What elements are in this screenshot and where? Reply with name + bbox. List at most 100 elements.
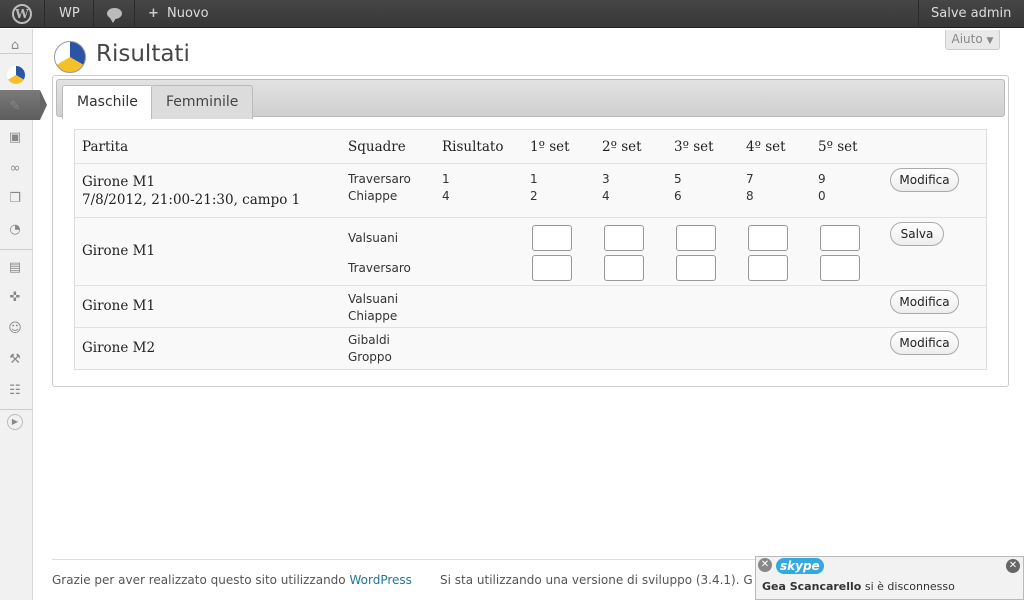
modifica-button[interactable]: Modifica bbox=[890, 290, 959, 314]
chevron-down-icon: ▼ bbox=[986, 36, 994, 46]
footer-version: Si sta utilizzando una versione di svilu… bbox=[440, 573, 753, 587]
set-1-home-input[interactable] bbox=[532, 225, 572, 251]
comments-sidebar-icon[interactable]: ◔ bbox=[6, 221, 24, 239]
set-3-home: 5 bbox=[674, 172, 682, 186]
pages-icon[interactable]: ❐ bbox=[6, 190, 24, 208]
divider bbox=[134, 0, 135, 28]
match-detail: 7/8/2012, 21:00-21:30, campo 1 bbox=[82, 192, 301, 208]
team-away: Chiappe bbox=[348, 189, 398, 203]
match-name: Girone M1 bbox=[82, 174, 156, 190]
set-5-away-input[interactable] bbox=[820, 255, 860, 281]
modifica-button[interactable]: Modifica bbox=[890, 168, 959, 192]
header-risultato: Risultato bbox=[442, 139, 504, 155]
set-4-home-input[interactable] bbox=[748, 225, 788, 251]
dismiss-icon[interactable]: ✕ bbox=[1006, 559, 1020, 573]
footer-credits-text: Grazie per aver realizzato questo sito u… bbox=[52, 573, 346, 587]
users-icon[interactable]: ☺ bbox=[6, 320, 24, 338]
close-icon[interactable]: ✕ bbox=[758, 558, 772, 572]
modifica-button[interactable]: Modifica bbox=[890, 331, 959, 355]
team-away: Chiappe bbox=[348, 309, 398, 323]
admin-sidebar: ⌂ ✎ ▣ ∞ ❐ ◔ ▤ ✜ ☺ ⚒ ☷ ▶ bbox=[0, 29, 47, 600]
set-4-away-input[interactable] bbox=[748, 255, 788, 281]
wordpress-link[interactable]: WordPress bbox=[349, 573, 411, 587]
footer-credits: Grazie per aver realizzato questo sito u… bbox=[52, 573, 412, 587]
set-5-away: 0 bbox=[818, 189, 826, 203]
plugins-icon[interactable]: ✜ bbox=[6, 289, 24, 307]
header-set-4: 4º set bbox=[746, 139, 786, 155]
team-away: Traversaro bbox=[348, 261, 411, 275]
divider bbox=[918, 0, 919, 28]
divider bbox=[0, 53, 33, 54]
divider bbox=[0, 409, 33, 410]
match-name: Girone M1 bbox=[82, 298, 156, 314]
collapse-menu-icon[interactable]: ▶ bbox=[7, 414, 23, 430]
team-home: Valsuani bbox=[348, 231, 399, 245]
help-label: Aiuto bbox=[951, 32, 983, 46]
set-2-home: 3 bbox=[602, 172, 610, 186]
set-5-home: 9 bbox=[818, 172, 826, 186]
appearance-icon[interactable]: ▤ bbox=[6, 259, 24, 277]
salva-button[interactable]: Salva bbox=[890, 222, 944, 246]
table-row: Girone M1 Valsuani Chiappe Modifica bbox=[75, 286, 986, 328]
set-5-home-input[interactable] bbox=[820, 225, 860, 251]
match-name: Girone M1 bbox=[82, 243, 156, 259]
page-title: Risultati bbox=[96, 41, 190, 67]
divider bbox=[44, 0, 45, 28]
volleyball-icon[interactable] bbox=[7, 66, 25, 84]
tab-femminile[interactable]: Femminile bbox=[151, 85, 254, 119]
set-2-away: 4 bbox=[602, 189, 610, 203]
team-home: Gibaldi bbox=[348, 333, 390, 347]
set-1-home: 1 bbox=[530, 172, 538, 186]
help-button[interactable]: Aiuto ▼ bbox=[945, 30, 1000, 50]
results-table: Partita Squadre Risultato 1º set 2º set … bbox=[74, 129, 987, 370]
tab-bar: Maschile Femminile bbox=[56, 79, 1005, 119]
result-home: 1 bbox=[442, 172, 450, 186]
results-panel: Maschile Femminile Partita Squadre Risul… bbox=[52, 75, 1009, 387]
team-home: Traversaro bbox=[348, 172, 411, 186]
plus-icon[interactable]: + bbox=[148, 0, 159, 28]
contact-name: Gea Scancarello bbox=[762, 580, 862, 593]
settings-icon[interactable]: ☷ bbox=[6, 382, 24, 400]
header-partita: Partita bbox=[82, 139, 129, 155]
table-row: Girone M1 Valsuani Traversaro Salva bbox=[75, 218, 986, 286]
tools-icon[interactable]: ⚒ bbox=[6, 351, 24, 369]
set-2-away-input[interactable] bbox=[604, 255, 644, 281]
site-name-link[interactable]: WP bbox=[59, 0, 80, 28]
status-message: si è disconnesso bbox=[864, 580, 955, 593]
set-4-home: 7 bbox=[746, 172, 754, 186]
header-set-2: 2º set bbox=[602, 139, 642, 155]
admin-bar: W WP + Nuovo Salve admin bbox=[0, 0, 1024, 28]
skype-notification: ✕ skype ✕ Gea Scancarello si è disconnes… bbox=[755, 556, 1024, 600]
match-name: Girone M2 bbox=[82, 340, 156, 356]
wordpress-logo-icon[interactable]: W bbox=[12, 4, 32, 24]
table-row: Girone M2 Gibaldi Groppo Modifica bbox=[75, 328, 986, 369]
tab-maschile[interactable]: Maschile bbox=[62, 85, 153, 119]
set-2-home-input[interactable] bbox=[604, 225, 644, 251]
result-away: 4 bbox=[442, 189, 450, 203]
volleyball-icon bbox=[54, 41, 86, 73]
comments-icon[interactable] bbox=[107, 8, 122, 23]
set-3-home-input[interactable] bbox=[676, 225, 716, 251]
posts-pin-icon[interactable]: ✎ bbox=[6, 98, 24, 116]
team-away: Groppo bbox=[348, 350, 392, 364]
set-4-away: 8 bbox=[746, 189, 754, 203]
divider bbox=[0, 249, 33, 250]
media-icon[interactable]: ▣ bbox=[6, 129, 24, 147]
set-1-away-input[interactable] bbox=[532, 255, 572, 281]
header-set-3: 3º set bbox=[674, 139, 714, 155]
links-icon[interactable]: ∞ bbox=[6, 160, 24, 178]
skype-logo: skype bbox=[776, 558, 824, 574]
divider bbox=[93, 0, 94, 28]
set-3-away: 6 bbox=[674, 189, 682, 203]
user-account-link[interactable]: Salve admin bbox=[931, 0, 1011, 28]
set-3-away-input[interactable] bbox=[676, 255, 716, 281]
header-set-1: 1º set bbox=[530, 139, 570, 155]
set-1-away: 2 bbox=[530, 189, 538, 203]
table-row: Girone M1 7/8/2012, 21:00-21:30, campo 1… bbox=[75, 164, 986, 218]
header-set-5: 5º set bbox=[818, 139, 858, 155]
new-content-link[interactable]: Nuovo bbox=[167, 0, 209, 28]
team-home: Valsuani bbox=[348, 292, 399, 306]
table-header: Partita Squadre Risultato 1º set 2º set … bbox=[75, 130, 986, 164]
notification-text: Gea Scancarello si è disconnesso bbox=[762, 580, 955, 593]
header-squadre: Squadre bbox=[348, 139, 406, 155]
